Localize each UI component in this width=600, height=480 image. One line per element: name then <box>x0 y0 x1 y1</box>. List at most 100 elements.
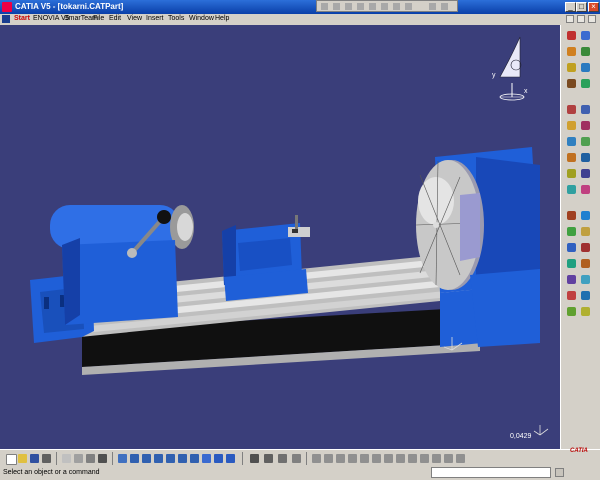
tool-icon[interactable] <box>444 454 453 463</box>
toolbar-tool-icon[interactable] <box>369 3 376 10</box>
toolbar-tool-icon[interactable] <box>381 3 388 10</box>
groove-icon[interactable] <box>567 63 576 72</box>
lever-knob <box>157 210 171 224</box>
intersect-icon[interactable] <box>567 275 576 284</box>
hide-show-icon[interactable] <box>226 454 235 463</box>
toolbar-tool-icon[interactable] <box>321 3 328 10</box>
axis-system-icon[interactable] <box>567 307 576 316</box>
zoom-in-icon[interactable] <box>166 454 175 463</box>
sew-surface-icon[interactable] <box>581 227 590 236</box>
pocket-icon[interactable] <box>567 47 576 56</box>
chamfer-icon[interactable] <box>581 105 590 114</box>
symmetry-icon[interactable] <box>567 169 576 178</box>
lathe-model[interactable]: y x <box>0 25 560 449</box>
command-stop-button[interactable] <box>555 468 564 477</box>
thickness-icon[interactable] <box>567 137 576 146</box>
sketcher-icon[interactable] <box>567 31 576 40</box>
command-input[interactable] <box>431 467 551 478</box>
minimize-button[interactable]: _ <box>565 2 576 12</box>
save-icon[interactable] <box>30 454 39 463</box>
fillet-icon[interactable] <box>567 105 576 114</box>
tool-icon[interactable] <box>360 454 369 463</box>
tool-icon[interactable] <box>372 454 381 463</box>
thick-surface-icon[interactable] <box>581 211 590 220</box>
doc-restore-button[interactable] <box>577 15 585 23</box>
properties-icon[interactable] <box>292 454 301 463</box>
tool-icon[interactable] <box>408 454 417 463</box>
tool-icon[interactable] <box>324 454 333 463</box>
split-icon[interactable] <box>567 211 576 220</box>
document-icon[interactable] <box>2 15 10 23</box>
3d-viewport[interactable]: y x 0,0429 <box>0 25 560 449</box>
tool-icon[interactable] <box>432 454 441 463</box>
apply-material-icon[interactable] <box>581 307 590 316</box>
display-mode-icon[interactable] <box>250 454 259 463</box>
pan-icon[interactable] <box>142 454 151 463</box>
open-icon[interactable] <box>18 454 27 463</box>
rotate-icon[interactable] <box>581 153 590 162</box>
menu-insert[interactable]: Insert <box>146 14 164 24</box>
assemble-icon[interactable] <box>581 243 590 252</box>
rotate-view-icon[interactable] <box>154 454 163 463</box>
tool-icon[interactable] <box>420 454 429 463</box>
normal-view-icon[interactable] <box>190 454 199 463</box>
toolbar-tool-icon[interactable] <box>405 3 412 10</box>
close-button[interactable]: × <box>588 2 599 12</box>
shading-icon[interactable] <box>214 454 223 463</box>
remove-lump-icon[interactable] <box>567 291 576 300</box>
remove-icon[interactable] <box>581 259 590 268</box>
toolbar-tool-icon[interactable] <box>345 3 352 10</box>
new-icon[interactable] <box>6 454 17 465</box>
close-surface-icon[interactable] <box>567 227 576 236</box>
fit-all-icon[interactable] <box>130 454 139 463</box>
print-icon[interactable] <box>42 454 51 463</box>
mirror-icon[interactable] <box>581 169 590 178</box>
translate-icon[interactable] <box>567 153 576 162</box>
union-trim-icon[interactable] <box>581 275 590 284</box>
doc-close-button[interactable] <box>588 15 596 23</box>
add-icon[interactable] <box>567 259 576 268</box>
shaft-icon[interactable] <box>581 47 590 56</box>
catia-app-icon[interactable] <box>2 2 12 12</box>
tool-icon[interactable] <box>456 454 465 463</box>
swap-visible-icon[interactable] <box>264 454 273 463</box>
fly-mode-icon[interactable] <box>118 454 127 463</box>
scaling-icon[interactable] <box>581 185 590 194</box>
draft-icon[interactable] <box>567 121 576 130</box>
zoom-out-icon[interactable] <box>178 454 187 463</box>
menu-window[interactable]: Window <box>189 14 214 24</box>
hole-icon[interactable] <box>581 63 590 72</box>
thread-icon[interactable] <box>581 137 590 146</box>
menu-tools[interactable]: Tools <box>168 14 184 24</box>
toolbar-tool-icon[interactable] <box>393 3 400 10</box>
tool-icon[interactable] <box>348 454 357 463</box>
undo-icon[interactable] <box>98 454 107 463</box>
cut-icon[interactable] <box>62 454 71 463</box>
boolean-icon[interactable] <box>567 243 576 252</box>
maximize-button[interactable]: □ <box>576 2 587 12</box>
tool-icon[interactable] <box>384 454 393 463</box>
pattern-icon[interactable] <box>567 185 576 194</box>
menu-view[interactable]: View <box>127 14 142 24</box>
tool-icon[interactable] <box>336 454 345 463</box>
menu-start[interactable]: Start <box>14 14 30 24</box>
tool-icon[interactable] <box>396 454 405 463</box>
menu-file[interactable]: File <box>93 14 104 24</box>
shell-icon[interactable] <box>581 121 590 130</box>
pad-icon[interactable] <box>581 31 590 40</box>
doc-minimize-button[interactable] <box>566 15 574 23</box>
toolbar-tool-icon[interactable] <box>357 3 364 10</box>
rib-icon[interactable] <box>567 79 576 88</box>
measure-icon[interactable] <box>581 291 590 300</box>
toolbar-tool-icon[interactable] <box>333 3 340 10</box>
menu-help[interactable]: Help <box>215 14 229 24</box>
copy-icon[interactable] <box>74 454 83 463</box>
layer-icon[interactable] <box>278 454 287 463</box>
paste-icon[interactable] <box>86 454 95 463</box>
slot-icon[interactable] <box>581 79 590 88</box>
tool-icon[interactable] <box>312 454 321 463</box>
isometric-view-icon[interactable] <box>202 454 211 463</box>
menu-edit[interactable]: Edit <box>109 14 121 24</box>
toolbar-tool-icon[interactable] <box>429 3 436 10</box>
toolbar-tool-icon[interactable] <box>441 3 448 10</box>
